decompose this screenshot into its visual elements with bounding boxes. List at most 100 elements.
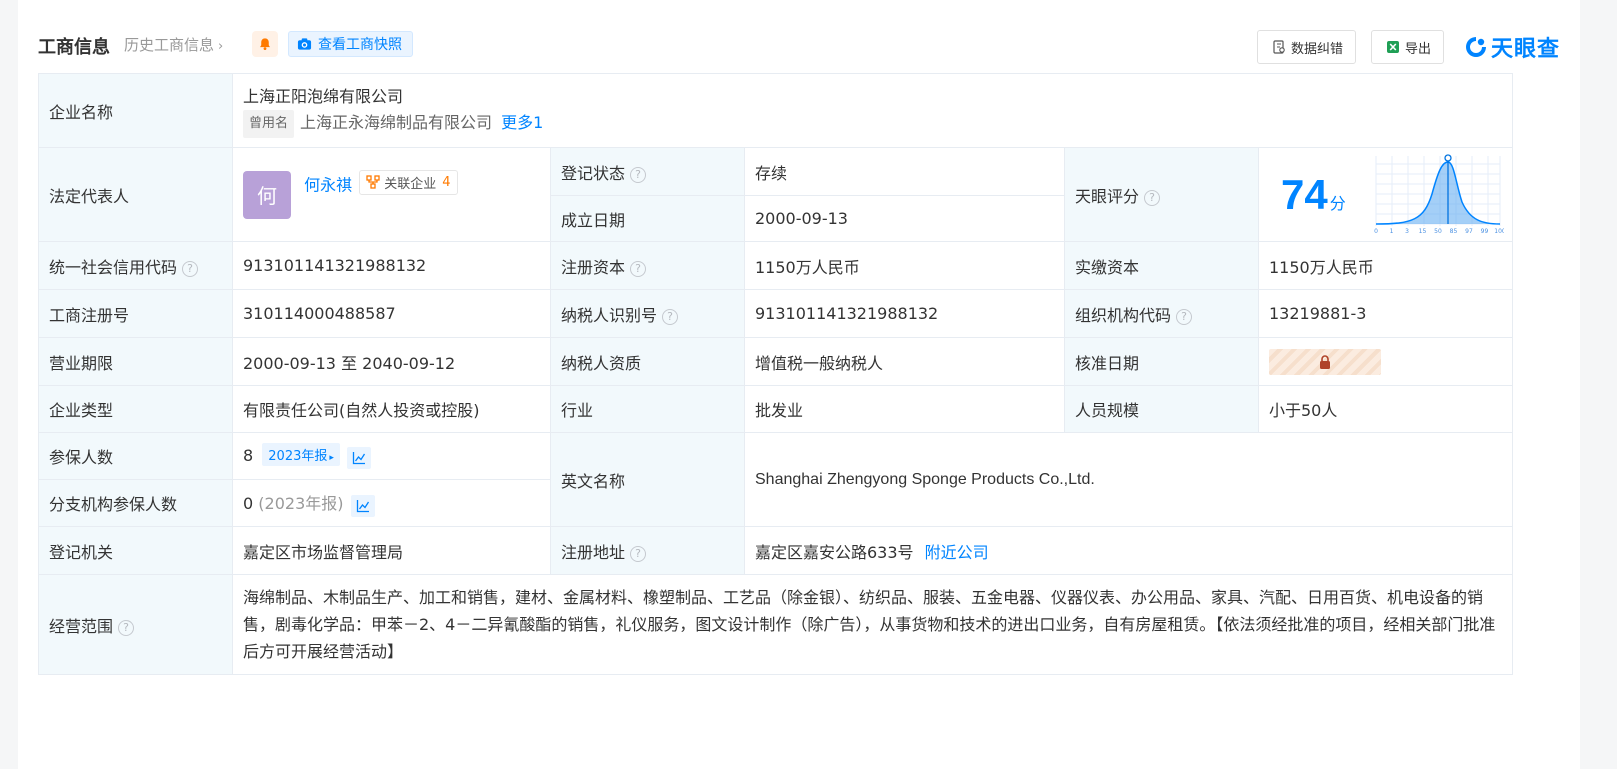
export-button[interactable]: 导出 bbox=[1370, 30, 1444, 64]
type-value: 有限责任公司(自然人投资或控股) bbox=[232, 385, 551, 433]
help-icon[interactable]: ? bbox=[182, 260, 199, 277]
related-companies-label: 关联企业 bbox=[384, 176, 437, 192]
address-value: 嘉定区嘉安公路633号 bbox=[755, 542, 914, 562]
reg-capital-label-text: 注册资本 bbox=[561, 257, 626, 277]
logo-icon bbox=[1465, 37, 1486, 57]
bell-icon[interactable] bbox=[252, 31, 278, 57]
insured-year-label: 2023年报 bbox=[268, 449, 328, 464]
locked-value[interactable] bbox=[1269, 348, 1381, 375]
insured-label: 参保人数 bbox=[38, 432, 233, 480]
scope-value: 海绵制品、木制品生产、加工和销售，建材、金属材料、橡塑制品、工艺品（除金银）、纺… bbox=[231, 574, 1514, 675]
score-label: 天眼评分? bbox=[1064, 147, 1259, 242]
insured-year-tag[interactable]: 2023年报 ▸ bbox=[262, 443, 340, 466]
help-icon[interactable]: ? bbox=[1176, 308, 1193, 325]
staff-value: 小于50人 bbox=[1257, 385, 1514, 433]
snapshot-label: 查看工商快照 bbox=[318, 37, 402, 53]
term-value: 2000-09-13 至 2040-09-12 bbox=[232, 337, 551, 386]
excel-icon bbox=[1386, 41, 1399, 53]
taxpayer-id-value: 913101141321988132 bbox=[744, 289, 1065, 338]
camera-icon bbox=[297, 38, 312, 50]
legal-rep-label: 法定代表人 bbox=[38, 147, 233, 242]
table-row: 经营范围? 海绵制品、木制品生产、加工和销售，建材、金属材料、橡塑制品、工艺品（… bbox=[38, 574, 1514, 675]
edit-doc-icon bbox=[1273, 40, 1285, 54]
taxpayer-id-label: 纳税人识别号? bbox=[550, 289, 745, 338]
snapshot-button[interactable]: 查看工商快照 bbox=[288, 31, 413, 57]
table-row: 登记机关 嘉定区市场监督管理局 注册地址? 嘉定区嘉安公路633号 附近公司 bbox=[38, 526, 1514, 575]
staff-label: 人员规模 bbox=[1064, 385, 1259, 433]
paid-capital-value: 1150万人民币 bbox=[1257, 241, 1514, 290]
section-title: 工商信息 bbox=[38, 37, 110, 58]
term-label: 营业期限 bbox=[38, 337, 233, 386]
table-row: 企业名称 上海正阳泡绵有限公司 曾用名 上海正永海绵制品有限公司 更多1 bbox=[38, 73, 1514, 148]
score-axis-tick: 3 bbox=[1405, 228, 1409, 235]
related-companies-tag[interactable]: 关联企业 4 bbox=[359, 169, 458, 195]
tax-qual-label: 纳税人资质 bbox=[550, 337, 745, 386]
legal-rep-name[interactable]: 何永祺 bbox=[304, 175, 352, 194]
logo-text: 天眼查 bbox=[1490, 37, 1560, 62]
branch-insured-cell: 0 (2023年报) bbox=[232, 479, 551, 527]
score-distribution-chart: 0 1 3 15 50 85 97 99 100 bbox=[1374, 153, 1504, 235]
help-icon[interactable]: ? bbox=[118, 619, 135, 636]
export-label: 导出 bbox=[1404, 41, 1431, 57]
table-row: 参保人数 8 2023年报 ▸ 英文名称 Shanghai Zhengyong S… bbox=[38, 432, 1514, 527]
tax-qual-value: 增值税一般纳税人 bbox=[744, 337, 1065, 386]
credit-code-label: 统一社会信用代码? bbox=[38, 241, 233, 290]
help-icon[interactable]: ? bbox=[630, 166, 647, 183]
more-used-names-link[interactable]: 更多1 bbox=[501, 113, 543, 132]
company-name: 上海正阳泡绵有限公司 bbox=[243, 86, 404, 106]
tianyancha-logo: 天眼查 bbox=[1464, 31, 1560, 63]
nearby-companies-link[interactable]: 附近公司 bbox=[925, 543, 989, 562]
english-name-value: Shanghai Zhengyong Sponge Products Co.,L… bbox=[743, 432, 1514, 527]
help-icon[interactable]: ? bbox=[630, 260, 647, 277]
industry-label: 行业 bbox=[550, 385, 745, 433]
score-axis-tick: 0 bbox=[1374, 228, 1378, 235]
approve-date-label: 核准日期 bbox=[1064, 337, 1259, 386]
caret-right-icon: ▸ bbox=[329, 453, 334, 463]
section-header: 工商信息 历史工商信息 › 查看工商快照 数据纠错 导出 天眼查 bbox=[38, 30, 1560, 64]
branch-insured-year: (2023年报) bbox=[258, 493, 344, 513]
table-row: 企业类型 有限责任公司(自然人投资或控股) 行业 批发业 人员规模 小于50人 bbox=[38, 385, 1514, 433]
reg-capital-value: 1150万人民币 bbox=[744, 241, 1065, 290]
company-name-cell: 上海正阳泡绵有限公司 曾用名 上海正永海绵制品有限公司 更多1 bbox=[231, 73, 1514, 148]
data-correct-label: 数据纠错 bbox=[1290, 41, 1343, 57]
reg-capital-label: 注册资本? bbox=[550, 241, 745, 290]
business-info-card: 工商信息 历史工商信息 › 查看工商快照 数据纠错 导出 天眼查 企业名称 上海… bbox=[18, 0, 1580, 769]
score-axis-tick: 15 bbox=[1419, 228, 1427, 235]
branch-insured-label: 分支机构参保人数 bbox=[38, 479, 233, 527]
reg-status-label-text: 登记状态 bbox=[561, 163, 626, 183]
reg-status-label: 登记状态? bbox=[550, 147, 745, 196]
industry-value: 批发业 bbox=[744, 385, 1065, 433]
data-correct-button[interactable]: 数据纠错 bbox=[1256, 30, 1356, 64]
help-icon[interactable]: ? bbox=[662, 308, 679, 325]
related-companies-count: 4 bbox=[442, 174, 451, 190]
reg-status-value: 存续 bbox=[744, 147, 1065, 196]
taxpayer-id-label-text: 纳税人识别号 bbox=[561, 305, 658, 325]
insured-cell: 8 2023年报 ▸ bbox=[232, 432, 551, 480]
branch-insured-value: 0 bbox=[243, 493, 254, 513]
trend-chart-icon[interactable] bbox=[347, 447, 371, 469]
score-value: 74 bbox=[1281, 170, 1328, 218]
score-unit: 分 bbox=[1329, 193, 1346, 213]
credit-code-value: 913101141321988132 bbox=[232, 241, 551, 290]
score-axis-tick: 100 bbox=[1494, 228, 1504, 235]
found-date-value: 2000-09-13 bbox=[744, 195, 1065, 242]
used-name: 上海正永海绵制品有限公司 bbox=[300, 112, 493, 132]
trend-chart-icon[interactable] bbox=[350, 494, 375, 517]
chevron-right-icon: › bbox=[218, 39, 224, 54]
score-cell[interactable]: 74 分 0 1 3 15 50 85 97 99 100 bbox=[1257, 147, 1514, 242]
address-label: 注册地址? bbox=[550, 526, 745, 575]
table-row: 营业期限 2000-09-13 至 2040-09-12 纳税人资质 增值税一般… bbox=[38, 337, 1514, 386]
score-axis-tick: 50 bbox=[1434, 228, 1442, 235]
score-axis-tick: 85 bbox=[1450, 228, 1458, 235]
address-label-text: 注册地址 bbox=[561, 542, 626, 562]
help-icon[interactable]: ? bbox=[630, 545, 647, 562]
avatar[interactable]: 何 bbox=[243, 170, 291, 219]
scope-label-text: 经营范围 bbox=[49, 616, 114, 636]
help-icon[interactable]: ? bbox=[1144, 189, 1161, 206]
history-link[interactable]: 历史工商信息 › bbox=[124, 34, 223, 55]
reg-no-label: 工商注册号 bbox=[38, 289, 233, 338]
used-name-tag: 曾用名 bbox=[243, 109, 295, 138]
authority-label: 登记机关 bbox=[38, 526, 233, 575]
scope-label: 经营范围? bbox=[38, 574, 233, 675]
lock-icon bbox=[1320, 354, 1330, 369]
